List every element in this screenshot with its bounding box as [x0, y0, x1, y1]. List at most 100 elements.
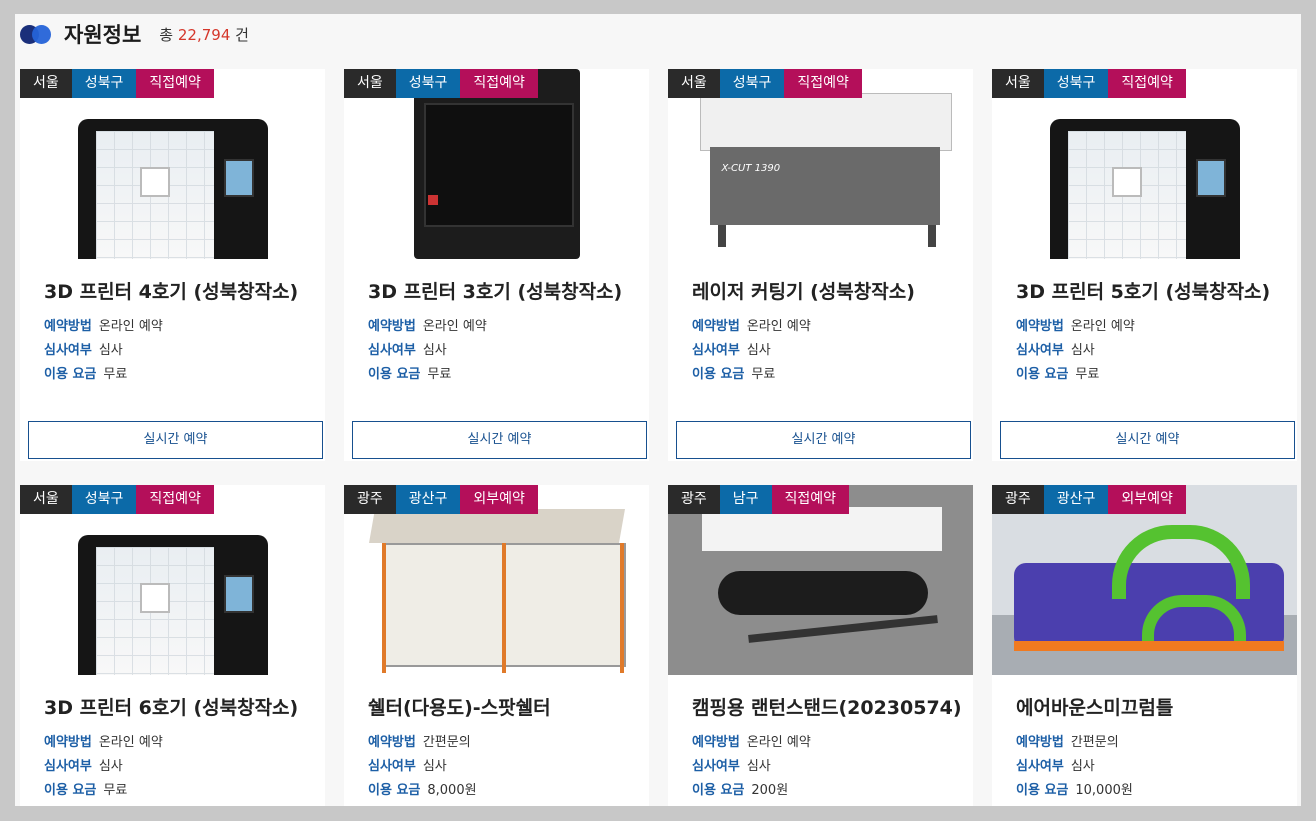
method-value: 온라인 예약	[98, 735, 163, 750]
brand-circles-icon	[20, 23, 54, 45]
resource-image[interactable]: 서울 성북구 직접예약	[992, 69, 1297, 259]
review-label: 심사여부	[1016, 759, 1064, 774]
method-value: 온라인 예약	[746, 735, 811, 750]
review-value: 심사	[746, 759, 771, 774]
method-label: 예약방법	[692, 735, 740, 750]
resource-title[interactable]: 레이저 커팅기 (성북창작소)	[692, 277, 915, 304]
fee-label: 이용 요금	[692, 783, 745, 798]
district-tag: 성북구	[719, 69, 785, 98]
realtime-reserve-button[interactable]: 실시간 예약	[28, 421, 323, 459]
resource-info: 예약방법 간편문의 심사여부 심사 이용 요금 8,000원	[368, 731, 477, 803]
resource-title[interactable]: 3D 프린터 6호기 (성북창작소)	[44, 693, 298, 720]
review-value: 심사	[98, 759, 123, 774]
resource-image[interactable]: 광주 광산구 외부예약	[992, 485, 1297, 675]
reservation-mode-tag: 직접예약	[784, 69, 862, 98]
resource-card[interactable]: 광주 남구 직접예약 캠핑용 랜턴스탠드(20230574) 예약방법 온라인 예…	[668, 485, 973, 806]
section-header: 자원정보 총 22,794 건	[20, 14, 249, 54]
resource-card[interactable]: 광주 광산구 외부예약 에어바운스미끄럼틀 예약방법 간편문의 심사여부 심사 이용…	[992, 485, 1297, 806]
review-value: 심사	[98, 343, 123, 358]
3d-printer-icon	[1049, 119, 1240, 259]
laser-cutter-icon: X-CUT 1390	[692, 83, 952, 251]
region-tag: 서울	[668, 69, 720, 98]
tag-group: 서울 성북구 직접예약	[992, 69, 1186, 98]
resource-title[interactable]: 3D 프린터 3호기 (성북창작소)	[368, 277, 622, 304]
review-value: 심사	[1070, 759, 1095, 774]
resource-title[interactable]: 3D 프린터 5호기 (성북창작소)	[1016, 277, 1270, 304]
fee-value: 10,000원	[1075, 783, 1133, 798]
review-label: 심사여부	[368, 343, 416, 358]
review-label: 심사여부	[368, 759, 416, 774]
fee-value: 무료	[751, 367, 776, 382]
review-label: 심사여부	[692, 343, 740, 358]
region-tag: 서울	[344, 69, 396, 98]
method-value: 온라인 예약	[746, 319, 811, 334]
region-tag: 광주	[668, 485, 720, 514]
method-label: 예약방법	[44, 319, 92, 334]
reservation-mode-tag: 직접예약	[136, 485, 214, 514]
resource-card[interactable]: 서울 성북구 직접예약 X-CUT 1390 레이저 커팅기 (성북창작소) 예…	[668, 69, 973, 461]
district-tag: 성북구	[1043, 69, 1109, 98]
review-label: 심사여부	[692, 759, 740, 774]
resource-card[interactable]: 서울 성북구 직접예약 3D 프린터 4호기 (성북창작소) 예약방법 온라인 예…	[20, 69, 325, 461]
resource-title[interactable]: 에어바운스미끄럼틀	[1016, 693, 1173, 720]
tag-group: 광주 광산구 외부예약	[992, 485, 1186, 514]
resource-card[interactable]: 광주 광산구 외부예약 쉘터(다용도)-스팟쉘터 예약방법 간편문의 심사여부 심사…	[344, 485, 649, 806]
review-label: 심사여부	[44, 759, 92, 774]
resource-info: 예약방법 온라인 예약 심사여부 심사 이용 요금 200원	[692, 731, 811, 803]
fee-label: 이용 요금	[44, 783, 97, 798]
resource-image[interactable]: 광주 남구 직접예약	[668, 485, 973, 675]
method-value: 온라인 예약	[98, 319, 163, 334]
resource-image[interactable]: 광주 광산구 외부예약	[344, 485, 649, 675]
method-value: 간편문의	[1070, 735, 1119, 750]
method-label: 예약방법	[1016, 735, 1064, 750]
fee-value: 200원	[751, 783, 789, 798]
resource-title[interactable]: 3D 프린터 4호기 (성북창작소)	[44, 277, 298, 304]
resource-card[interactable]: 서울 성북구 직접예약 3D 프린터 5호기 (성북창작소) 예약방법 온라인 예…	[992, 69, 1297, 461]
review-value: 심사	[1070, 343, 1095, 358]
reservation-mode-tag: 직접예약	[771, 485, 850, 514]
region-tag: 광주	[344, 485, 396, 514]
realtime-reserve-button[interactable]: 실시간 예약	[676, 421, 971, 459]
region-tag: 서울	[20, 69, 72, 98]
district-tag: 광산구	[395, 485, 461, 514]
realtime-reserve-button[interactable]: 실시간 예약	[1000, 421, 1295, 459]
review-value: 심사	[422, 343, 447, 358]
tag-group: 서울 성북구 직접예약	[668, 69, 862, 98]
fee-value: 8,000원	[427, 783, 477, 798]
review-value: 심사	[746, 343, 771, 358]
resource-info: 예약방법 온라인 예약 심사여부 심사 이용 요금 무료	[1016, 315, 1135, 387]
resource-image[interactable]: 서울 성북구 직접예약 X-CUT 1390	[668, 69, 973, 259]
fee-value: 무료	[1075, 367, 1100, 382]
review-label: 심사여부	[44, 343, 92, 358]
resource-info: 예약방법 온라인 예약 심사여부 심사 이용 요금 무료	[44, 731, 163, 803]
reservation-mode-tag: 외부예약	[1108, 485, 1186, 514]
method-value: 온라인 예약	[1070, 319, 1135, 334]
district-tag: 성북구	[71, 485, 137, 514]
method-label: 예약방법	[1016, 319, 1064, 334]
region-tag: 광주	[992, 485, 1044, 514]
method-label: 예약방법	[368, 735, 416, 750]
reservation-mode-tag: 직접예약	[460, 69, 538, 98]
district-tag: 광산구	[1043, 485, 1109, 514]
resource-title[interactable]: 캠핑용 랜턴스탠드(20230574)	[692, 693, 962, 720]
district-tag: 남구	[719, 485, 772, 514]
realtime-reserve-button[interactable]: 실시간 예약	[352, 421, 647, 459]
method-label: 예약방법	[44, 735, 92, 750]
3d-printer-icon	[77, 535, 268, 675]
resource-image[interactable]: 서울 성북구 직접예약	[344, 69, 649, 259]
resource-info: 예약방법 온라인 예약 심사여부 심사 이용 요금 무료	[44, 315, 163, 387]
resource-image[interactable]: 서울 성북구 직접예약	[20, 485, 325, 675]
resource-image[interactable]: 서울 성북구 직접예약	[20, 69, 325, 259]
tag-group: 서울 성북구 직접예약	[344, 69, 538, 98]
count-suffix: 건	[235, 25, 249, 44]
reservation-mode-tag: 외부예약	[460, 485, 538, 514]
resource-title[interactable]: 쉘터(다용도)-스팟쉘터	[368, 693, 551, 720]
resource-card[interactable]: 서울 성북구 직접예약 3D 프린터 3호기 (성북창작소) 예약방법 온라인 예…	[344, 69, 649, 461]
fee-label: 이용 요금	[1016, 367, 1069, 382]
resource-card[interactable]: 서울 성북구 직접예약 3D 프린터 6호기 (성북창작소) 예약방법 온라인 예…	[20, 485, 325, 806]
method-label: 예약방법	[368, 319, 416, 334]
resource-info: 예약방법 온라인 예약 심사여부 심사 이용 요금 무료	[368, 315, 487, 387]
3d-printer-icon	[77, 119, 268, 259]
method-value: 온라인 예약	[422, 319, 487, 334]
result-count: 총 22,794 건	[159, 24, 249, 45]
